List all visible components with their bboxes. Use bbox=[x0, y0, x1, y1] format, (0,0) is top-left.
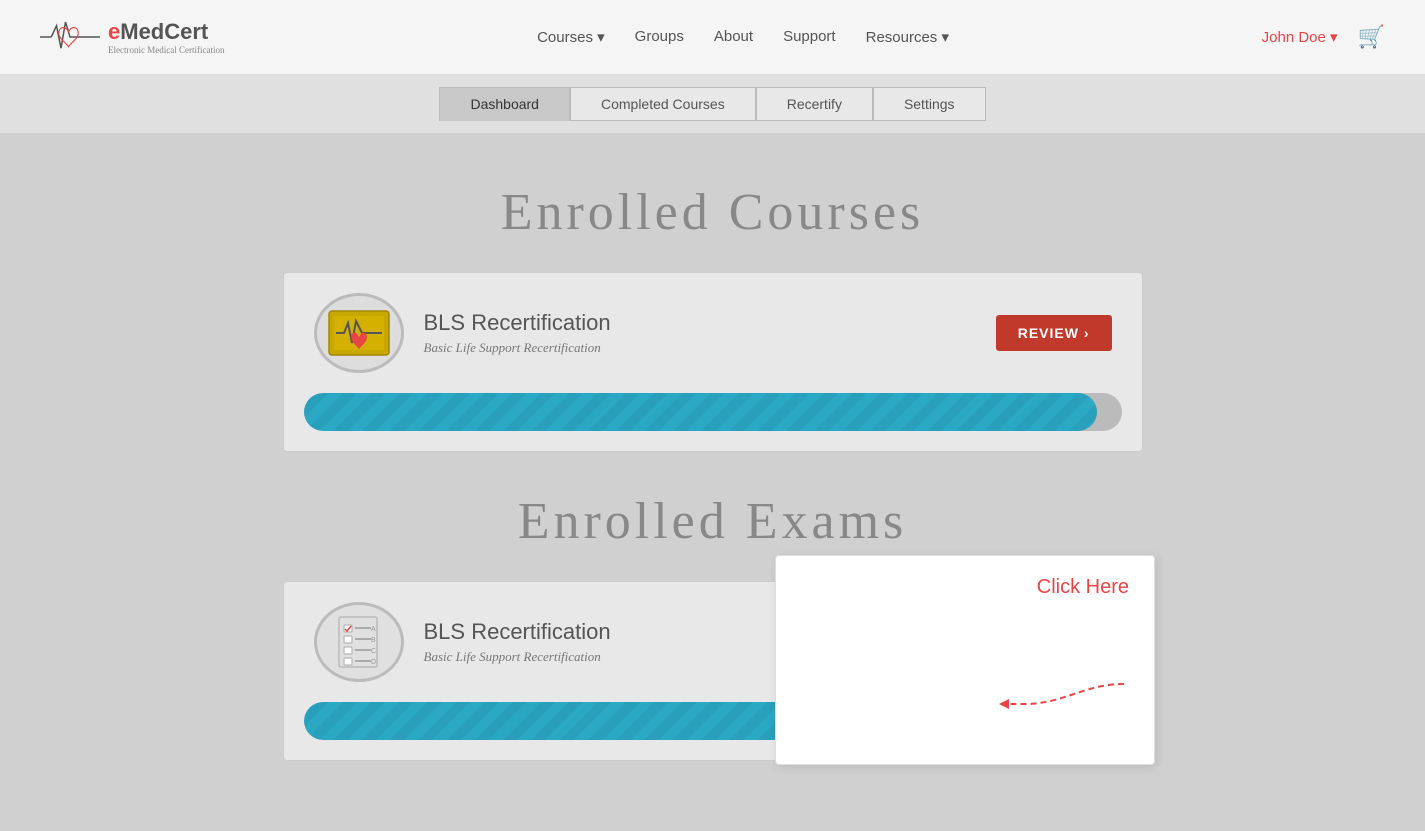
course-subtitle: Basic Life Support Recertification bbox=[424, 340, 611, 356]
nav-link-resources[interactable]: Resources ▾ bbox=[866, 29, 949, 46]
bls-icon bbox=[324, 303, 394, 363]
logo-ecg-icon bbox=[40, 17, 100, 57]
dashed-arrow-icon bbox=[944, 664, 1144, 724]
exam-title: BLS Recertification bbox=[424, 619, 611, 645]
nav-links: Courses ▾ Groups About Support Resources… bbox=[537, 28, 949, 47]
nav-link-about[interactable]: About bbox=[714, 28, 753, 45]
tab-completed-courses[interactable]: Completed Courses bbox=[570, 87, 756, 121]
nav-link-courses[interactable]: Courses ▾ bbox=[537, 29, 605, 46]
tab-dashboard[interactable]: Dashboard bbox=[439, 87, 570, 121]
tab-recertify[interactable]: Recertify bbox=[756, 87, 873, 121]
nav-item-about[interactable]: About bbox=[714, 28, 753, 46]
svg-text:C: C bbox=[371, 648, 376, 655]
course-icon-area: BLS Recertification Basic Life Support R… bbox=[314, 293, 611, 373]
tooltip-popup: Click Here bbox=[775, 555, 1155, 765]
enrolled-exams-title: Enrolled Exams bbox=[40, 492, 1385, 551]
nav-link-groups[interactable]: Groups bbox=[635, 28, 684, 45]
exam-icon-area: A B C D BLS Recertification Basic bbox=[314, 602, 611, 682]
navbar: eMedCert Electronic Medical Certificatio… bbox=[0, 0, 1425, 75]
nav-right: John Doe ▾ 🛒 bbox=[1262, 24, 1385, 50]
enrolled-courses-title: Enrolled Courses bbox=[40, 183, 1385, 242]
nav-link-support[interactable]: Support bbox=[783, 28, 836, 45]
course-thumbnail bbox=[314, 293, 404, 373]
svg-text:D: D bbox=[371, 659, 376, 666]
course-card-header: BLS Recertification Basic Life Support R… bbox=[284, 273, 1142, 393]
course-card-bls: BLS Recertification Basic Life Support R… bbox=[283, 272, 1143, 452]
click-here-label: Click Here bbox=[1037, 576, 1129, 599]
user-name[interactable]: John Doe ▾ bbox=[1262, 28, 1338, 46]
course-title: BLS Recertification bbox=[424, 310, 611, 336]
progress-bar-fill bbox=[304, 393, 1097, 431]
svg-text:B: B bbox=[371, 637, 376, 644]
course-info: BLS Recertification Basic Life Support R… bbox=[424, 310, 611, 356]
main-content: Enrolled Courses BLS Recertification bbox=[0, 133, 1425, 831]
nav-item-courses[interactable]: Courses ▾ bbox=[537, 28, 605, 47]
course-progress-bar bbox=[304, 393, 1122, 431]
review-button[interactable]: REVIEW › bbox=[996, 315, 1112, 351]
tab-settings[interactable]: Settings bbox=[873, 87, 986, 121]
logo-brand: eMedCert Electronic Medical Certificatio… bbox=[108, 19, 224, 55]
sub-nav: Dashboard Completed Courses Recertify Se… bbox=[0, 75, 1425, 133]
exam-thumbnail: A B C D bbox=[314, 602, 404, 682]
exam-info: BLS Recertification Basic Life Support R… bbox=[424, 619, 611, 665]
logo-area: eMedCert Electronic Medical Certificatio… bbox=[40, 17, 224, 57]
nav-item-resources[interactable]: Resources ▾ bbox=[866, 28, 949, 47]
svg-text:A: A bbox=[371, 626, 376, 633]
nav-item-support[interactable]: Support bbox=[783, 28, 836, 46]
exam-icon-svg: A B C D bbox=[331, 612, 386, 672]
cart-icon[interactable]: 🛒 bbox=[1358, 24, 1385, 50]
nav-item-groups[interactable]: Groups bbox=[635, 28, 684, 46]
logo-tagline: Electronic Medical Certification bbox=[108, 45, 224, 55]
exam-subtitle: Basic Life Support Recertification bbox=[424, 649, 611, 665]
